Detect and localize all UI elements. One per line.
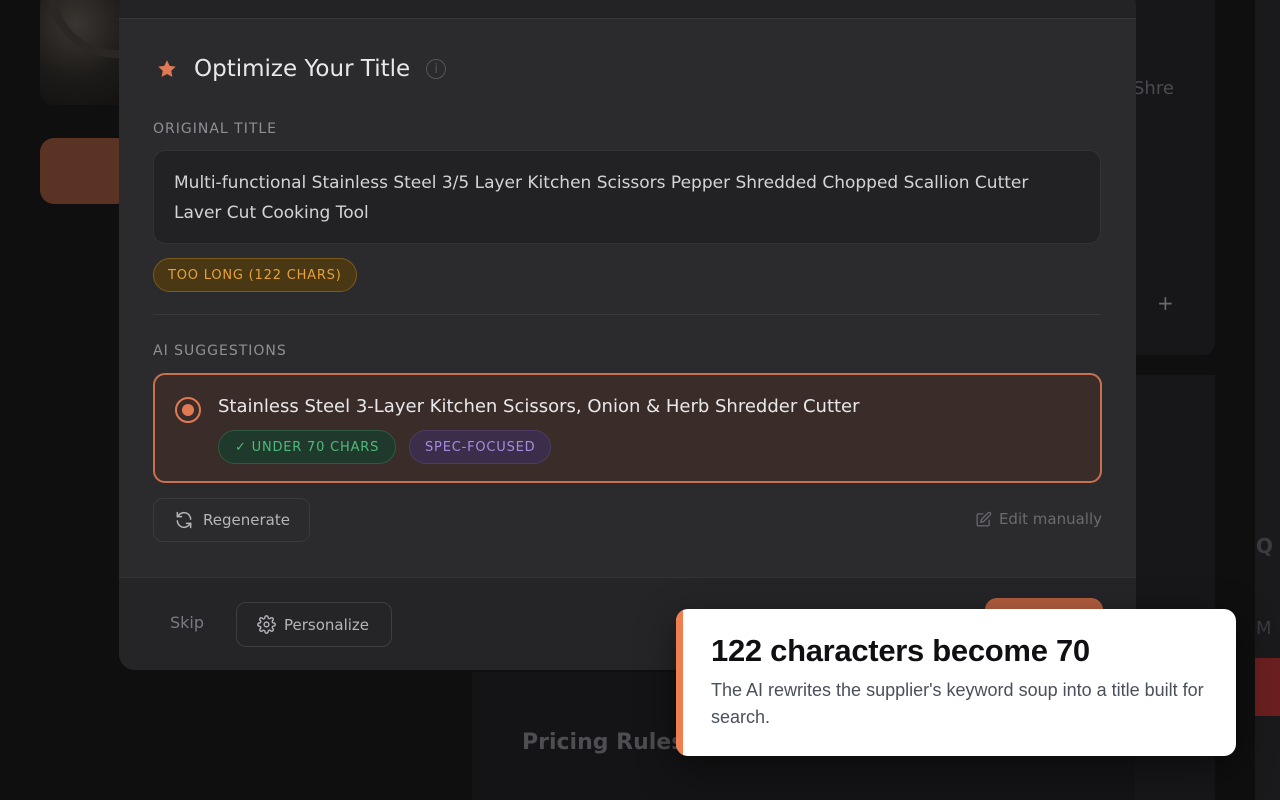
star-icon (158, 60, 176, 77)
background-text: M (1256, 618, 1272, 639)
suggestion-text: Stainless Steel 3-Layer Kitchen Scissors… (218, 396, 860, 417)
skip-button[interactable]: Skip (170, 613, 204, 632)
personalize-button[interactable]: Personalize (236, 602, 392, 647)
spec-focused-tag: SPEC-FOCUSED (409, 430, 552, 464)
callout-accent-bar (676, 609, 683, 756)
callout-card: 122 characters become 70 The AI rewrites… (676, 609, 1236, 756)
ai-suggestions-label: AI SUGGESTIONS (153, 343, 287, 359)
under-70-chars-tag: ✓ UNDER 70 CHARS (218, 430, 397, 464)
background-panel (1135, 0, 1215, 355)
background-button (1255, 658, 1280, 716)
edit-icon (976, 511, 992, 527)
plus-icon: + (1157, 291, 1174, 315)
original-title-label: ORIGINAL TITLE (153, 121, 278, 137)
personalize-label: Personalize (284, 615, 370, 634)
suggestion-option[interactable]: Stainless Steel 3-Layer Kitchen Scissors… (153, 373, 1102, 483)
radio-selected[interactable] (175, 397, 201, 423)
divider (153, 314, 1101, 315)
callout-title: 122 characters become 70 (711, 633, 1090, 668)
gear-icon (257, 615, 276, 634)
original-title-text: Multi-functional Stainless Steel 3/5 Lay… (153, 150, 1101, 244)
optimize-title-modal: Optimize Your Title i ORIGINAL TITLE Mul… (119, 0, 1136, 670)
background-button (40, 138, 130, 204)
product-thumbnail (40, 0, 130, 105)
pricing-rules-heading: Pricing Rules (522, 730, 685, 755)
refresh-icon (176, 511, 192, 529)
background-text: Q (1256, 534, 1274, 558)
info-icon[interactable]: i (426, 59, 447, 79)
edit-manually-label: Edit manually (998, 510, 1102, 528)
callout-body: The AI rewrites the supplier's keyword s… (711, 680, 1204, 727)
regenerate-button[interactable]: Regenerate (153, 498, 310, 542)
too-long-badge: TOO LONG (122 CHARS) (153, 258, 357, 292)
modal-top-bar (119, 0, 1136, 19)
modal-header: Optimize Your Title i (156, 56, 447, 82)
regenerate-label: Regenerate (203, 511, 290, 529)
modal-title: Optimize Your Title (194, 56, 411, 82)
background-text: Shre (1133, 78, 1174, 99)
edit-manually-link[interactable]: Edit manually (975, 510, 1102, 528)
